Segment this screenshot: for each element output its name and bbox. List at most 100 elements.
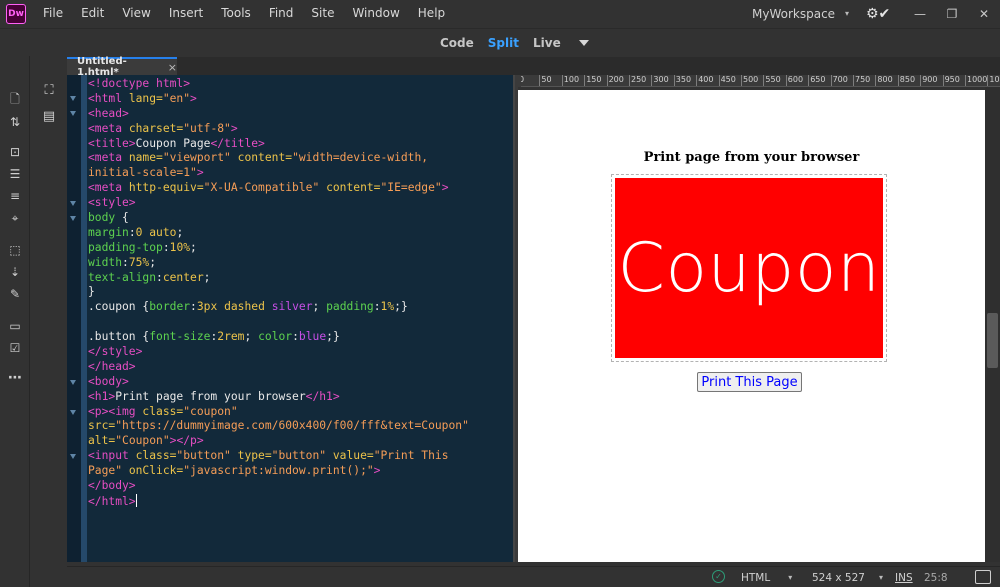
code-token: <body>	[88, 374, 129, 388]
code-line[interactable]: <style>	[88, 196, 469, 211]
menu-insert[interactable]: Insert	[160, 0, 212, 27]
code-line[interactable]: <title>Coupon Page</title>	[88, 137, 469, 152]
code-line[interactable]: width:75%;	[88, 256, 469, 271]
code-line[interactable]: initial-scale=1">	[88, 166, 469, 181]
fold-arrow-icon[interactable]	[70, 216, 76, 221]
menu-help[interactable]: Help	[409, 0, 454, 27]
code-line[interactable]: .coupon {border:3px dashed silver; paddi…	[88, 300, 469, 315]
insert-mode-toggle[interactable]: INS	[895, 567, 913, 587]
fold-arrow-icon[interactable]	[70, 380, 76, 385]
code-line[interactable]: }	[88, 285, 469, 300]
code-line[interactable]: body {	[88, 211, 469, 226]
code-line[interactable]: <body>	[88, 375, 469, 390]
code-block-icon[interactable]: ⊡	[4, 142, 26, 162]
dom-panel-icon[interactable]: ⛶	[38, 80, 60, 100]
coupon-image-frame[interactable]: Coupon	[611, 174, 887, 362]
code-line[interactable]: <meta name="viewport" content="width=dev…	[88, 151, 469, 166]
code-token: :	[162, 240, 170, 254]
document-type-select[interactable]: HTML ▾	[741, 567, 792, 587]
code-line[interactable]: margin:0 auto;	[88, 226, 469, 241]
code-line[interactable]: <meta charset="utf-8">	[88, 122, 469, 137]
window-controls: — ❐ ✕	[904, 0, 1000, 27]
common-toolbar: 🗋 ⇅ ⊡ ☰ ≡ ⌖ ⬚ ⇣ ✎ ▭ ☑ ⋯	[0, 56, 30, 587]
fold-arrow-icon[interactable]	[70, 201, 76, 206]
code-token: body	[88, 211, 123, 225]
code-line[interactable]: Page" onClick="javascript:window.print()…	[88, 464, 469, 479]
code-token: "coupon"	[183, 404, 238, 418]
cursor-position: 25:8	[924, 571, 948, 584]
workspace-switcher[interactable]: MyWorkspace ▾	[752, 0, 849, 27]
code-token: value=	[326, 449, 374, 463]
code-line[interactable]: </body>	[88, 479, 469, 494]
split-view-button[interactable]: Split	[488, 36, 519, 50]
code-line[interactable]: .button {font-size:2rem; color:blue;}	[88, 330, 469, 345]
minimize-icon[interactable]: —	[904, 0, 936, 27]
code-token: <meta	[88, 181, 129, 195]
code-line[interactable]: <meta http-equiv="X-UA-Compatible" conte…	[88, 181, 469, 196]
code-line[interactable]: <p><img class="coupon"	[88, 405, 469, 420]
no-errors-check-icon[interactable]: ✓	[712, 570, 725, 583]
code-editor[interactable]: <!doctype html> <html lang="en"> <head> <me…	[67, 75, 513, 562]
comment-icon[interactable]: ▭	[4, 316, 26, 336]
scrollbar-thumb[interactable]	[987, 313, 998, 368]
code-token: ;}	[394, 300, 408, 314]
code-line[interactable]: <input class="button" type="button" valu…	[88, 449, 469, 464]
code-token: ;	[203, 270, 211, 284]
fold-arrow-icon[interactable]	[70, 454, 76, 459]
code-line[interactable]: padding-top:10%;	[88, 241, 469, 256]
properties-panel-icon[interactable]: ▤	[38, 106, 60, 126]
window-size-select[interactable]: 524 x 527 ▾	[812, 567, 883, 587]
code-token: <style>	[88, 196, 136, 210]
code-line[interactable]: alt="Coupon"></p>	[88, 434, 469, 449]
code-line[interactable]: src="https://dummyimage.com/600x400/f00/…	[88, 419, 469, 434]
fold-arrow-icon[interactable]	[70, 96, 76, 101]
code-line[interactable]: text-align:center;	[88, 271, 469, 286]
main-menu: File Edit View Insert Tools Find Site Window Hel…	[34, 0, 454, 27]
file-transfer-icon[interactable]: ⇅	[4, 112, 26, 132]
live-view-button[interactable]: Live	[533, 36, 561, 50]
code-line[interactable]	[88, 315, 469, 330]
code-token: </html>	[88, 494, 136, 508]
restore-icon[interactable]: ❐	[936, 0, 968, 27]
code-token: "width=device-width,	[292, 151, 429, 165]
code-line[interactable]: <head>	[88, 107, 469, 122]
menu-find[interactable]: Find	[260, 0, 303, 27]
document-tab[interactable]: Untitled-1.html* ×	[67, 56, 177, 78]
close-window-icon[interactable]: ✕	[968, 0, 1000, 27]
menu-tools[interactable]: Tools	[212, 0, 260, 27]
live-view-dropdown-icon[interactable]	[578, 40, 589, 46]
code-token: width	[88, 255, 123, 269]
code-line[interactable]: </html>	[88, 493, 469, 509]
validate-icon[interactable]: ☑	[4, 338, 26, 358]
fold-arrow-icon[interactable]	[70, 111, 76, 116]
menu-window[interactable]: Window	[343, 0, 408, 27]
collapse-icon[interactable]: ⇣	[4, 262, 26, 282]
more-tools-icon[interactable]: ⋯	[4, 368, 26, 388]
live-view-canvas[interactable]: Print page from your browser Coupon Prin…	[518, 90, 985, 562]
code-token: <title>	[88, 136, 136, 150]
code-content[interactable]: <!doctype html> <html lang="en"> <head> <me…	[88, 77, 469, 509]
close-tab-icon[interactable]: ×	[168, 61, 177, 74]
select-tag-icon[interactable]: ⬚	[4, 240, 26, 260]
menu-edit[interactable]: Edit	[72, 0, 113, 27]
menu-file[interactable]: File	[34, 0, 72, 27]
code-view-button[interactable]: Code	[440, 36, 474, 50]
real-time-preview-icon[interactable]	[975, 570, 991, 584]
live-target-icon[interactable]: ⌖	[4, 208, 26, 228]
menu-view[interactable]: View	[113, 0, 159, 27]
fold-arrow-icon[interactable]	[70, 410, 76, 415]
code-line[interactable]: </style>	[88, 345, 469, 360]
code-line[interactable]: </head>	[88, 360, 469, 375]
format-source-icon[interactable]: ☰	[4, 164, 26, 184]
code-line[interactable]: <h1>Print page from your browser</h1>	[88, 390, 469, 405]
code-token: silver	[271, 300, 313, 314]
coupon-image-text: Coupon	[617, 228, 881, 308]
wrap-tag-icon[interactable]: ✎	[4, 284, 26, 304]
indent-icon[interactable]: ≡	[4, 186, 26, 206]
open-document-icon[interactable]: 🗋	[4, 90, 26, 110]
sync-settings-icon[interactable]: ⚙✔	[866, 5, 896, 23]
code-line[interactable]: <!doctype html>	[88, 77, 469, 92]
print-page-button[interactable]: Print This Page	[697, 372, 802, 392]
menu-site[interactable]: Site	[302, 0, 343, 27]
code-line[interactable]: <html lang="en">	[88, 92, 469, 107]
